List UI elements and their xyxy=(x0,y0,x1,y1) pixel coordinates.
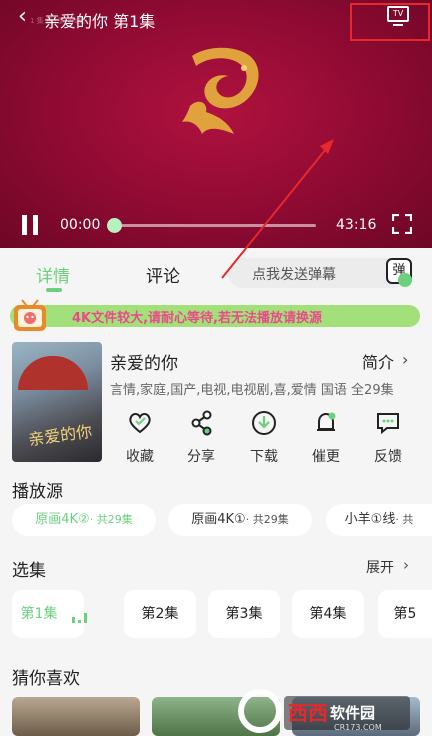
notice-banner: 4K文件较大,请耐心等待,若无法播放请换源 xyxy=(10,305,420,327)
poster-title: 亲爱的你 xyxy=(27,421,94,450)
chevron-right-icon[interactable]: › xyxy=(402,350,408,369)
share-label: 分享 xyxy=(187,449,215,465)
download-button[interactable]: 下载 xyxy=(238,410,290,466)
episode-item[interactable]: 第3集 xyxy=(208,590,280,638)
share-icon xyxy=(191,410,212,436)
watermark-brand: 西西 xyxy=(288,701,328,725)
feedback-label: 反馈 xyxy=(374,449,402,465)
episodes-title: 选集 xyxy=(12,561,46,581)
remind-update-button[interactable]: 催更 xyxy=(300,410,352,466)
tab-indicator xyxy=(46,288,62,292)
source-name: 原画4K② xyxy=(35,512,90,527)
recommend-card[interactable] xyxy=(12,697,140,736)
pause-button[interactable] xyxy=(22,215,40,235)
danmu-placeholder: 点我发送弹幕 xyxy=(252,267,336,283)
detail-tabbar: 详情 评论 点我发送弹幕 xyxy=(0,248,432,296)
heart-icon xyxy=(129,413,151,434)
download-icon xyxy=(252,411,276,435)
notice-text: 4K文件较大,请耐心等待,若无法播放请换源 xyxy=(72,311,322,326)
progress-track[interactable] xyxy=(112,224,316,227)
source-item[interactable]: 原画4K②· 共29集 xyxy=(12,504,156,536)
download-label: 下载 xyxy=(250,449,278,465)
tv-cast-icon[interactable]: TV xyxy=(387,6,409,26)
watermark-url: CR173.COM xyxy=(334,723,382,732)
source-count: · 共29集 xyxy=(245,513,289,526)
source-item[interactable]: 原画4K①· 共29集 xyxy=(168,504,312,536)
source-count: · 共 xyxy=(395,513,414,526)
video-player[interactable]: ‹ 1 集 第1季 第1集 亲爱的你 第1集 TV 00:00 43:16 xyxy=(0,0,432,248)
channel-logo-icon xyxy=(182,47,259,134)
bell-icon xyxy=(317,412,336,431)
recommend-title: 猜你喜欢 xyxy=(12,669,80,689)
chevron-right-icon[interactable]: › xyxy=(403,556,409,574)
watermark-sub-brand: 软件园 xyxy=(330,704,375,722)
episode-label: 第2集 xyxy=(141,606,179,622)
total-time: 43:16 xyxy=(336,217,377,233)
episode-item[interactable]: 第5 xyxy=(378,590,432,638)
tv-mascot-icon xyxy=(14,299,46,331)
show-title: 亲爱的你 xyxy=(110,354,178,374)
favorite-label: 收藏 xyxy=(126,449,154,465)
show-tags: 言情,家庭,国产,电视,电视剧,喜,爱情 国语 全29集 xyxy=(110,383,394,398)
video-title: 亲爱的你 第1集 xyxy=(44,12,156,31)
source-name: 原画4K① xyxy=(191,512,246,527)
source-name: 小羊①线 xyxy=(344,512,396,527)
poster-umbrella xyxy=(18,356,88,390)
tab-comments[interactable]: 评论 xyxy=(146,262,180,287)
episode-label: 第3集 xyxy=(225,606,263,622)
favorite-button[interactable]: 收藏 xyxy=(114,410,166,466)
danmu-input[interactable]: 点我发送弹幕 xyxy=(228,258,408,288)
sources-title: 播放源 xyxy=(12,482,63,502)
feedback-icon xyxy=(377,413,399,435)
source-count: · 共29集 xyxy=(89,513,133,526)
poster-image[interactable]: 亲爱的你 xyxy=(12,342,102,462)
source-item[interactable]: 小羊①线· 共 xyxy=(326,504,432,536)
progress-knob[interactable] xyxy=(107,218,122,233)
expand-link[interactable]: 展开 xyxy=(366,557,394,577)
share-button[interactable]: 分享 xyxy=(175,410,227,466)
current-time: 00:00 xyxy=(60,217,101,233)
back-icon[interactable]: ‹ xyxy=(18,6,27,28)
intro-link[interactable]: 简介 xyxy=(362,349,394,373)
app-screen: ‹ 1 集 第1季 第1集 亲爱的你 第1集 TV 00:00 43:16 详情… xyxy=(0,0,432,736)
playing-bars-icon xyxy=(72,609,92,623)
episode-item[interactable]: 第2集 xyxy=(124,590,196,638)
episode-label: 第1集 xyxy=(20,606,58,622)
danmu-on-icon xyxy=(398,273,412,287)
episode-item[interactable]: 第4集 xyxy=(292,590,364,638)
fullscreen-icon[interactable] xyxy=(392,214,412,234)
feedback-button[interactable]: 反馈 xyxy=(362,410,414,466)
remind-update-label: 催更 xyxy=(312,449,340,465)
site-watermark: 西西 软件园 CR173.COM xyxy=(238,689,410,733)
episode-label: 第4集 xyxy=(309,606,347,622)
tab-detail[interactable]: 详情 xyxy=(36,262,70,287)
episode-label: 第5 xyxy=(393,606,417,622)
